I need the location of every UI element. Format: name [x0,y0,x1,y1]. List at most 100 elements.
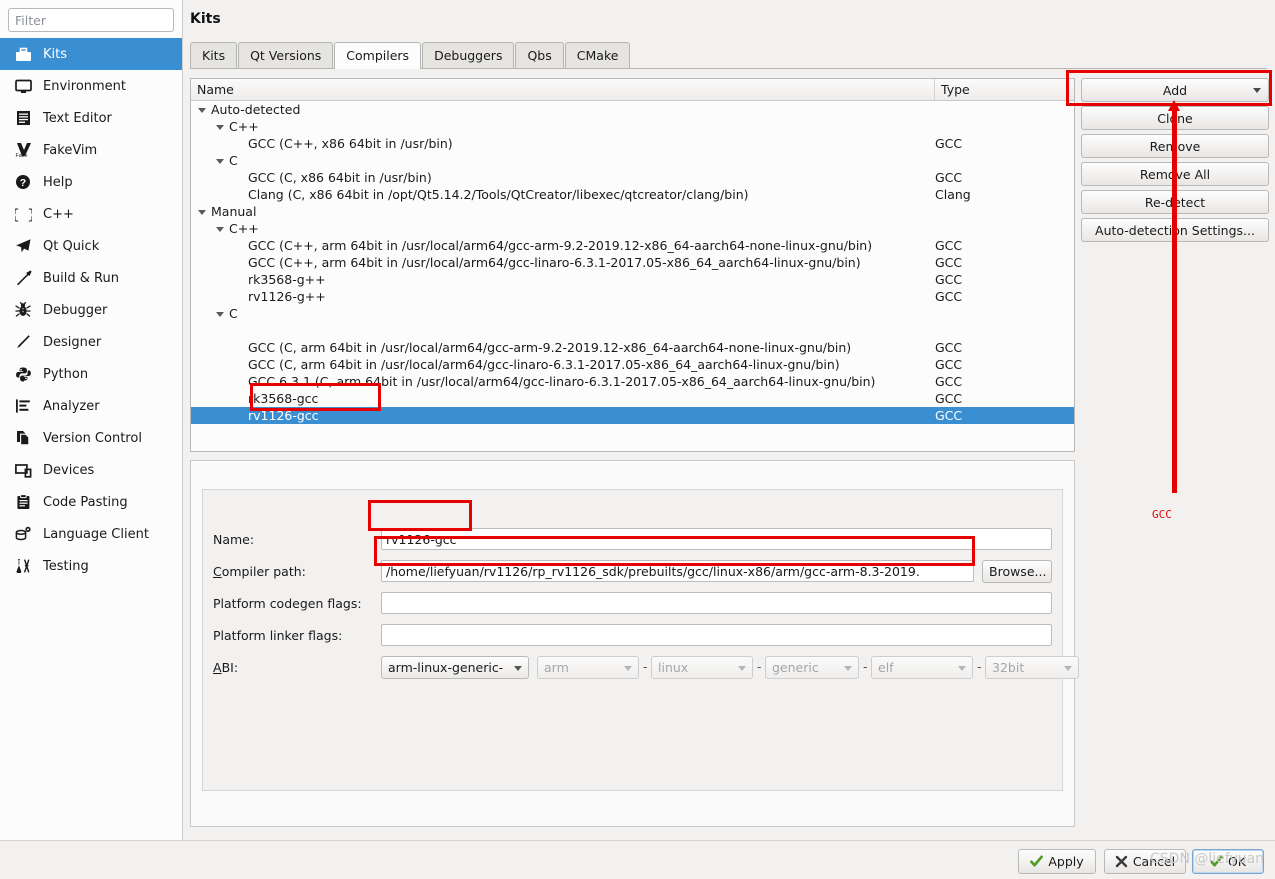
chevron-down-icon[interactable] [216,310,225,319]
tree-row[interactable]: GCC (C++, x86 64bit in /usr/bin) GCC [191,135,1074,152]
abi-main-select[interactable]: arm-linux-generic- [381,656,529,679]
chevron-down-icon [738,666,746,671]
sidebar-item-python[interactable]: Python [0,358,182,390]
compilers-tree[interactable]: Name Type Auto-detected C++ GCC (C++, x86 … [190,78,1075,452]
tree-row[interactable]: GCC (C, x86 64bit in /usr/bin) GCC [191,169,1074,186]
sidebar-item-kits[interactable]: Kits [0,38,182,70]
sidebar-item-debugger[interactable]: Debugger [0,294,182,326]
auto-detection-settings-button[interactable]: Auto-detection Settings... [1081,218,1269,242]
tree-row[interactable]: Manual [191,203,1074,220]
settings-sidebar: Kits Environment Text Editor Fake FakeVim? He… [0,0,183,840]
sidebar-item-text-editor[interactable]: Text Editor [0,102,182,134]
tree-row[interactable]: GCC (C, arm 64bit in /usr/local/arm64/gc… [191,356,1074,373]
compiler-path-input[interactable] [381,560,974,582]
tree-row[interactable]: C++ [191,220,1074,237]
tree-row[interactable] [191,322,1074,339]
chevron-down-icon[interactable] [1253,88,1261,93]
abi-part-value: linux [658,660,689,675]
tree-row[interactable]: Clang (C, x86 64bit in /opt/Qt5.14.2/Too… [191,186,1074,203]
tree-row[interactable]: GCC (C++, arm 64bit in /usr/local/arm64/… [191,254,1074,271]
chevron-down-icon[interactable] [216,225,225,234]
sidebar-item-devices[interactable]: Devices [0,454,182,486]
tree-row[interactable]: rv1126-g++ GCC [191,288,1074,305]
name-input[interactable] [381,528,1052,550]
sidebar-item-language-client[interactable]: Language Client [0,518,182,550]
question-mark-icon: ? [11,172,35,192]
tree-row[interactable]: GCC 6.3.1 (C, arm 64bit in /usr/local/ar… [191,373,1074,390]
browse-button[interactable]: Browse... [982,560,1052,583]
remove-all-button[interactable]: Remove All [1081,162,1269,186]
chevron-down-icon[interactable] [514,666,522,671]
compiler-path-label: Compiler path: [213,564,306,579]
tree-row-name: GCC (C++, x86 64bit in /usr/bin) [191,135,453,152]
compiler-details-form: Name: Compiler path: Browse... Platform … [202,489,1079,791]
sidebar-item-code-pasting[interactable]: Code Pasting [0,486,182,518]
tree-row[interactable]: GCC (C++, arm 64bit in /usr/local/arm64/… [191,237,1074,254]
tab-qt-versions[interactable]: Qt Versions [238,42,334,68]
tree-row[interactable]: rv1126-gcc GCC [191,407,1074,424]
abi-part-value: arm [544,660,569,675]
tree-row-name: C++ [191,220,259,237]
tree-row-label: GCC (C, x86 64bit in /usr/bin) [248,170,432,185]
sidebar-item-label: Qt Quick [43,238,100,254]
chevron-down-icon[interactable] [198,208,207,217]
abi-separator: - [863,659,868,674]
tab-kits[interactable]: Kits [190,42,238,68]
chevron-down-icon[interactable] [216,123,225,132]
remove-button[interactable]: Remove [1081,134,1269,158]
column-header-name[interactable]: Name [191,79,935,100]
tree-row[interactable]: rk3568-g++ GCC [191,271,1074,288]
ok-button[interactable]: OK [1192,849,1264,874]
check-icon [1030,855,1044,868]
bar-list-icon [11,396,35,416]
tab-compilers[interactable]: Compilers [334,42,422,69]
tree-row[interactable]: C [191,305,1074,322]
apply-button[interactable]: Apply [1018,849,1096,874]
tree-row[interactable]: C++ [191,118,1074,135]
tree-row-name: GCC 6.3.1 (C, arm 64bit in /usr/local/ar… [191,373,875,390]
sidebar-item-c[interactable]: { } C++ [0,198,182,230]
sidebar-item-label: Devices [43,462,95,478]
sidebar-item-qt-quick[interactable]: Qt Quick [0,230,182,262]
sidebar-item-fakevim[interactable]: Fake FakeVim [0,134,182,166]
tab-debuggers[interactable]: Debuggers [422,42,515,68]
cancel-button[interactable]: Cancel [1104,849,1186,874]
tree-row[interactable]: C [191,152,1074,169]
chevron-down-icon [1064,666,1072,671]
column-header-type[interactable]: Type [935,79,1074,100]
chevron-down-icon[interactable] [216,157,225,166]
tree-row[interactable]: GCC (C, arm 64bit in /usr/local/arm64/gc… [191,339,1074,356]
search-input[interactable] [8,8,174,32]
sidebar-item-analyzer[interactable]: Analyzer [0,390,182,422]
tree-body: Auto-detected C++ GCC (C++, x86 64bit in /… [191,101,1074,450]
sidebar-item-designer[interactable]: Designer [0,326,182,358]
tab-qbs[interactable]: Qbs [515,42,564,68]
svg-text:{ }: { } [15,208,32,223]
tree-row-type: GCC [935,391,963,406]
tree-row-name [191,322,248,339]
codegen-flags-label: Platform codegen flags: [213,596,362,611]
abi-part-5-select: 32bit [985,656,1079,679]
tab-cmake[interactable]: CMake [564,42,631,68]
chevron-down-icon[interactable] [198,106,207,115]
dialog-button-bar: Apply Cancel OK [0,840,1275,879]
tree-row-name: C++ [191,118,259,135]
sidebar-item-environment[interactable]: Environment [0,70,182,102]
codegen-flags-input[interactable] [381,592,1052,614]
linker-flags-row: Platform linker flags: [213,624,1052,650]
sidebar-item-build-run[interactable]: Build & Run [0,262,182,294]
button-label: Add [1162,82,1188,98]
sidebar-item-help[interactable]: ? Help [0,166,182,198]
monitor-icon [11,76,35,96]
sidebar-item-version-control[interactable]: Version Control [0,422,182,454]
re-detect-button[interactable]: Re-detect [1081,190,1269,214]
abi-separator: - [757,659,762,674]
clone-button[interactable]: Clone [1081,106,1269,130]
sidebar-item-label: Help [43,174,73,190]
tree-row-name: Manual [191,203,256,220]
tree-row[interactable]: Auto-detected [191,101,1074,118]
linker-flags-input[interactable] [381,624,1052,646]
add-button[interactable]: Add [1081,78,1269,102]
tree-row[interactable]: rk3568-gcc GCC [191,390,1074,407]
sidebar-item-testing[interactable]: Testing [0,550,182,582]
